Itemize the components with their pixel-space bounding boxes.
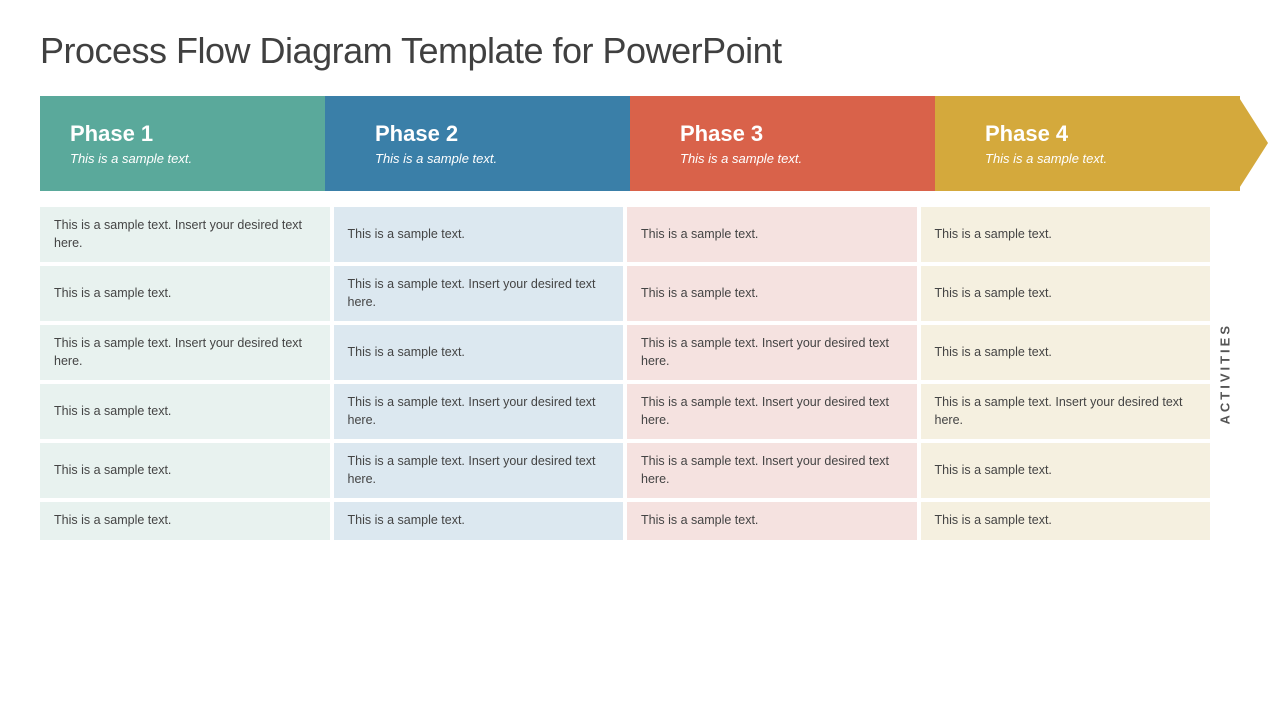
table-cell: This is a sample text. Insert your desir…	[334, 384, 624, 439]
table-cell: This is a sample text. Insert your desir…	[40, 207, 330, 262]
table-cell: This is a sample text. Insert your desir…	[627, 443, 917, 498]
phase-3-label: Phase 3	[680, 121, 905, 147]
table-cell: This is a sample text.	[40, 266, 330, 321]
table-cell: This is a sample text.	[921, 207, 1211, 262]
table-cell: This is a sample text.	[627, 266, 917, 321]
table-cell: This is a sample text.	[40, 502, 330, 540]
activities-wrapper: This is a sample text. Insert your desir…	[40, 207, 1240, 540]
table-cell: This is a sample text. Insert your desir…	[334, 443, 624, 498]
phase-4-subtitle: This is a sample text.	[985, 151, 1210, 166]
phase-3-chevron: Phase 3 This is a sample text.	[630, 96, 935, 191]
table-cell: This is a sample text. Insert your desir…	[627, 325, 917, 380]
phase-4-label: Phase 4	[985, 121, 1210, 147]
table-cell: This is a sample text.	[921, 325, 1211, 380]
page-container: Process Flow Diagram Template for PowerP…	[0, 0, 1280, 720]
table-cell: This is a sample text.	[921, 502, 1211, 540]
table-cell: This is a sample text.	[40, 443, 330, 498]
chevron-row: Phase 1 This is a sample text. Phase 2 T…	[40, 96, 1240, 191]
phase-2-subtitle: This is a sample text.	[375, 151, 600, 166]
phase-2-label: Phase 2	[375, 121, 600, 147]
table-cell: This is a sample text. Insert your desir…	[627, 384, 917, 439]
activities-label: ACTIVITIES	[1210, 207, 1240, 540]
table-cell: This is a sample text.	[334, 502, 624, 540]
phase-1-label: Phase 1	[70, 121, 295, 147]
phase-3-subtitle: This is a sample text.	[680, 151, 905, 166]
page-title: Process Flow Diagram Template for PowerP…	[40, 30, 1240, 72]
phase-1-chevron: Phase 1 This is a sample text.	[40, 96, 325, 191]
table-cell: This is a sample text.	[40, 384, 330, 439]
phase-2-chevron: Phase 2 This is a sample text.	[325, 96, 630, 191]
phase-4-chevron: Phase 4 This is a sample text.	[935, 96, 1240, 191]
table-cell: This is a sample text.	[334, 207, 624, 262]
table-cell: This is a sample text.	[627, 502, 917, 540]
table-cell: This is a sample text.	[627, 207, 917, 262]
table-cell: This is a sample text. Insert your desir…	[40, 325, 330, 380]
table-cell: This is a sample text.	[921, 443, 1211, 498]
table-cell: This is a sample text. Insert your desir…	[921, 384, 1211, 439]
phase-1-subtitle: This is a sample text.	[70, 151, 295, 166]
table-cell: This is a sample text.	[921, 266, 1211, 321]
table-cell: This is a sample text.	[334, 325, 624, 380]
table-cell: This is a sample text. Insert your desir…	[334, 266, 624, 321]
activities-table: This is a sample text. Insert your desir…	[40, 207, 1210, 540]
